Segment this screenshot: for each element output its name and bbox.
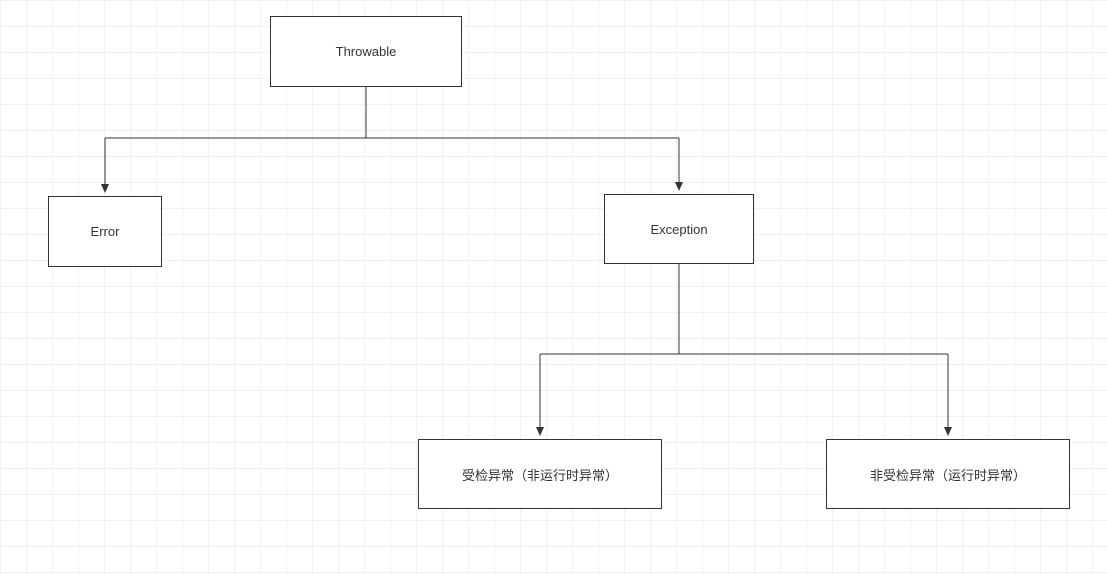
node-checked-exception: 受检异常（非运行时异常）: [418, 439, 662, 509]
node-throwable-label: Throwable: [336, 44, 397, 59]
node-checked-label: 受检异常（非运行时异常）: [462, 465, 618, 484]
node-exception-label: Exception: [650, 222, 707, 237]
node-error: Error: [48, 196, 162, 267]
node-unchecked-label: 非受检异常（运行时异常）: [870, 465, 1026, 484]
node-throwable: Throwable: [270, 16, 462, 87]
node-exception: Exception: [604, 194, 754, 264]
node-unchecked-exception: 非受检异常（运行时异常）: [826, 439, 1070, 509]
node-error-label: Error: [91, 224, 120, 239]
